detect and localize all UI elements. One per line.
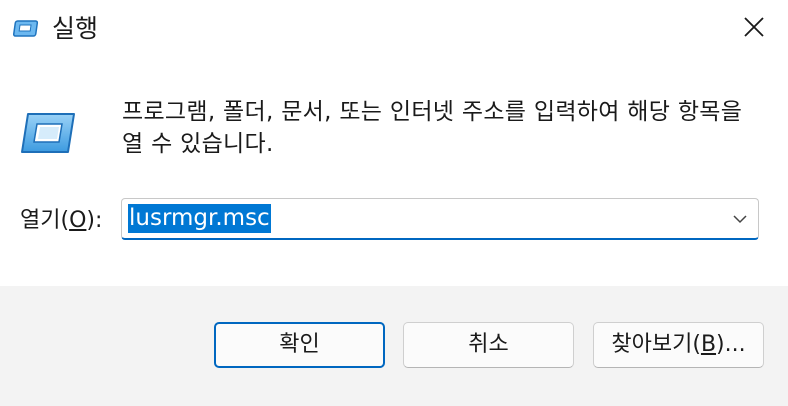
open-label-accel: O [69,208,87,233]
close-button[interactable] [720,0,788,58]
browse-button[interactable]: 찾아보기(B)... [593,322,764,368]
open-combobox[interactable]: lusrmgr.msc [121,198,759,240]
browse-label-prefix: 찾아보기( [611,332,701,357]
open-label-prefix: 열기( [20,208,70,233]
open-input-value[interactable]: lusrmgr.msc [128,204,271,233]
description-text: 프로그램, 폴더, 문서, 또는 인터넷 주소를 입력하여 해당 항목을 열 수… [122,99,743,157]
open-label: 열기(O): [20,206,102,236]
run-app-icon [12,18,42,40]
browse-label-accel: B [700,332,717,357]
open-label-suffix: ): [86,208,103,233]
button-bar: 확인 취소 찾아보기(B)... [0,286,788,406]
title-bar: 실행 [0,0,788,58]
window-title: 실행 [52,14,99,43]
dialog-body: 프로그램, 폴더, 문서, 또는 인터넷 주소를 입력하여 해당 항목을 열 수… [0,58,788,286]
chevron-down-icon[interactable] [730,209,750,229]
cancel-button[interactable]: 취소 [403,322,574,368]
ok-button[interactable]: 확인 [214,322,385,368]
close-icon [743,16,765,42]
run-dialog: 실행 프로그램, 폴더, 문서, 또는 인터넷 주소를 입력하여 해당 항목을 … [0,0,788,406]
run-dialog-icon [16,110,78,156]
browse-label-suffix: )... [716,332,746,357]
